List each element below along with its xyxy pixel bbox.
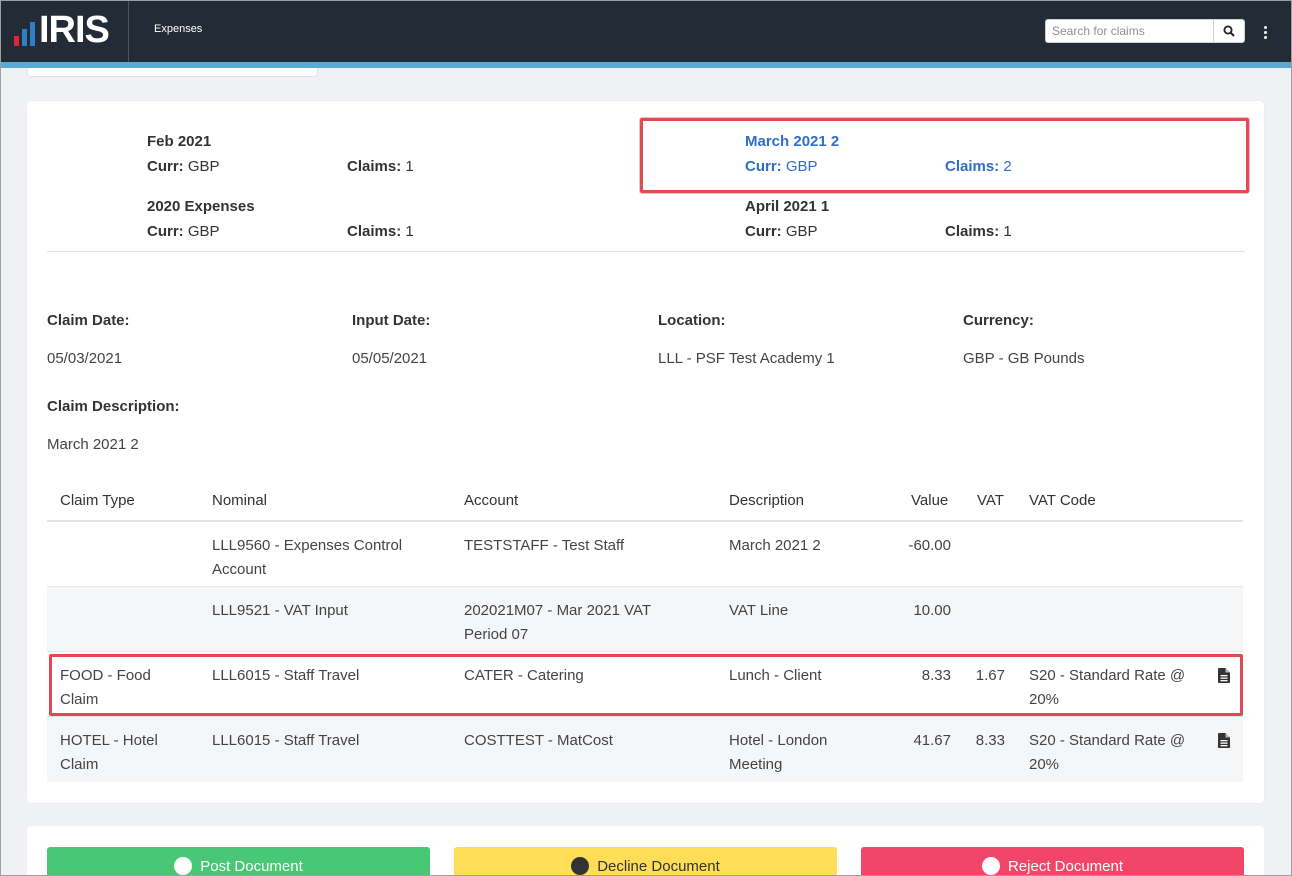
reject-document-button[interactable]: Reject Document — [861, 847, 1244, 876]
table-row[interactable]: HOTEL - Hotel Claim LLL6015 - Staff Trav… — [47, 717, 1243, 782]
cell-vat: 8.33 — [975, 732, 1005, 749]
input-date-label: Input Date: — [352, 312, 431, 329]
period-name: April 2021 1 — [745, 198, 830, 215]
curr-label: Curr: — [745, 223, 782, 240]
period-2020-expenses[interactable]: 2020 Expenses Curr: GBP Claims: 1 — [147, 198, 567, 241]
iris-logo[interactable]: IRIS — [14, 9, 120, 51]
search-box — [1045, 19, 1245, 43]
decline-circle-icon — [571, 857, 590, 875]
currency-label: Currency: — [963, 312, 1034, 329]
claim-description-label: Claim Description: — [47, 398, 180, 415]
cell-account: 202021M07 - Mar 2021 VAT Period 07 — [464, 602, 651, 643]
input-date-value: 05/05/2021 — [352, 350, 428, 367]
cell-nominal: LLL9560 - Expenses Control Account — [212, 537, 403, 578]
period-name: Feb 2021 — [147, 133, 212, 150]
claims-value: 1 — [1003, 223, 1012, 240]
search-button[interactable] — [1213, 20, 1244, 42]
cell-account: TESTSTAFF - Test Staff — [464, 537, 625, 554]
col-value: Value — [911, 492, 949, 509]
col-vat: VAT — [977, 492, 1004, 509]
cell-description: March 2021 2 — [729, 537, 821, 554]
cell-description: VAT Line — [729, 602, 789, 619]
claim-lines-table: Claim Type Nominal Account Description V… — [47, 480, 1243, 782]
decline-document-label: Decline Document — [597, 858, 720, 875]
more-menu-icon[interactable] — [1258, 23, 1272, 41]
period-april-2021-1[interactable]: April 2021 1 Curr: GBP Claims: 1 — [745, 198, 1165, 241]
cell-nominal: LLL9521 - VAT Input — [212, 602, 348, 619]
post-document-button[interactable]: Post Document — [47, 847, 430, 876]
curr-value: GBP — [187, 223, 220, 240]
curr-label: Curr: — [147, 223, 184, 240]
cell-value: -60.00 — [908, 537, 951, 554]
col-account: Account — [464, 492, 519, 509]
app-title[interactable]: Expenses — [154, 23, 202, 35]
period-feb-2021[interactable]: Feb 2021 Curr: GBP Claims: 1 — [147, 133, 567, 176]
claims-label: Claims: — [347, 223, 402, 240]
period-name: 2020 Expenses — [147, 198, 255, 215]
claim-date-value: 05/03/2021 — [47, 350, 123, 367]
cell-account: COSTTEST - MatCost — [464, 732, 613, 749]
curr-value: GBP — [187, 158, 220, 175]
col-claim-type: Claim Type — [60, 492, 135, 509]
cell-nominal: LLL6015 - Staff Travel — [212, 732, 360, 749]
claims-value: 1 — [405, 223, 414, 240]
col-description: Description — [729, 492, 805, 509]
reject-document-label: Reject Document — [1007, 858, 1124, 875]
cell-value: 41.67 — [913, 732, 951, 749]
table-row[interactable]: LLL9560 - Expenses Control Account TESTS… — [47, 522, 1243, 587]
cell-description: Hotel - London Meeting — [729, 732, 828, 773]
search-icon — [1223, 25, 1235, 37]
location-value: LLL - PSF Test Academy 1 — [658, 350, 835, 367]
decline-document-button[interactable]: Decline Document — [454, 847, 837, 876]
location-label: Location: — [658, 312, 726, 329]
navbar-divider — [128, 0, 129, 62]
previous-card — [27, 68, 318, 77]
claims-label: Claims: — [945, 223, 1000, 240]
claim-description-value: March 2021 2 — [47, 436, 139, 453]
logo-text: IRIS — [39, 9, 110, 51]
curr-label: Curr: — [147, 158, 184, 175]
curr-value: GBP — [785, 223, 818, 240]
selected-row-highlight — [49, 654, 1243, 716]
table-header: Claim Type Nominal Account Description V… — [47, 480, 1243, 522]
currency-value: GBP - GB Pounds — [963, 350, 1085, 367]
selected-period-highlight — [640, 118, 1249, 193]
top-navbar: IRIS Expenses — [0, 0, 1292, 62]
claims-label: Claims: — [347, 158, 402, 175]
claims-value: 1 — [405, 158, 414, 175]
cell-vat-code: S20 - Standard Rate @ 20% — [1029, 732, 1186, 773]
check-circle-icon — [174, 857, 193, 875]
cell-value: 10.00 — [913, 602, 951, 619]
col-nominal: Nominal — [212, 492, 268, 509]
claim-date-label: Claim Date: — [47, 312, 130, 329]
cell-claim-type: HOTEL - Hotel Claim — [60, 732, 158, 773]
col-vat-code: VAT Code — [1029, 492, 1096, 509]
post-document-label: Post Document — [200, 858, 303, 875]
document-icon[interactable] — [1218, 733, 1230, 748]
close-circle-icon — [981, 857, 1000, 875]
table-row[interactable]: LLL9521 - VAT Input 202021M07 - Mar 2021… — [47, 587, 1243, 652]
search-input[interactable] — [1046, 20, 1213, 42]
logo-bars-icon — [14, 16, 35, 46]
divider — [47, 251, 1245, 252]
